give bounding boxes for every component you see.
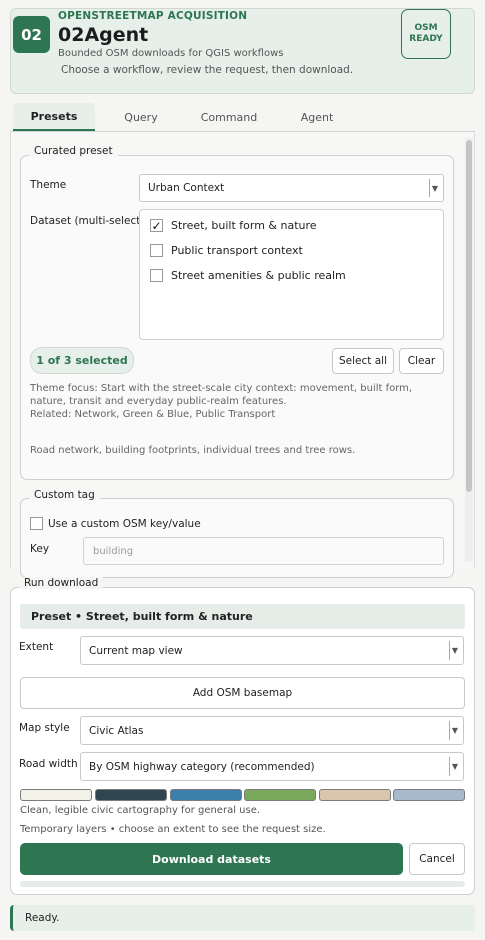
- palette-swatch: [393, 789, 465, 801]
- status-bar: Ready.: [10, 905, 475, 931]
- theme-select[interactable]: Urban Context ▼: [139, 174, 444, 202]
- dataset-option[interactable]: Public transport context: [150, 244, 303, 257]
- select-all-button[interactable]: Select all: [332, 348, 394, 374]
- key-label: Key: [30, 543, 50, 555]
- dataset-option-label: Street amenities & public realm: [171, 269, 346, 282]
- app-title: 02Agent: [58, 24, 149, 46]
- tab-agent[interactable]: Agent: [279, 103, 355, 131]
- app-subtitle: Bounded OSM downloads for QGIS workflows: [58, 48, 284, 59]
- app-badge: 02: [13, 16, 50, 53]
- theme-label: Theme: [30, 179, 67, 191]
- map-style-label: Map style: [19, 722, 70, 734]
- custom-tag-checkbox-label: Use a custom OSM key/value: [48, 517, 201, 530]
- chevron-down-icon: ▼: [449, 641, 460, 660]
- custom-tag-option[interactable]: Use a custom OSM key/value: [30, 517, 201, 530]
- run-download-legend: Run download: [19, 577, 104, 589]
- checkbox[interactable]: ✓: [150, 219, 163, 232]
- curated-preset-legend: Curated preset: [29, 145, 118, 157]
- palette-swatch: [244, 789, 316, 801]
- add-osm-basemap-button[interactable]: Add OSM basemap: [20, 677, 465, 709]
- theme-focus-text: Theme focus: Start with the street-scale…: [30, 383, 413, 407]
- selected-preset-bar: Preset • Street, built form & nature: [20, 604, 465, 629]
- road-width-select-value: By OSM highway category (recommended): [89, 760, 315, 773]
- chevron-down-icon: ▼: [449, 721, 460, 740]
- dataset-option[interactable]: Street amenities & public realm: [150, 269, 346, 282]
- tab-presets[interactable]: Presets: [13, 103, 95, 131]
- dataset-description: Road network, building footprints, indiv…: [30, 445, 356, 456]
- header-kicker: OPENSTREETMAP ACQUISITION: [58, 10, 248, 22]
- dataset-option[interactable]: ✓ Street, built form & nature: [150, 219, 317, 232]
- cancel-button[interactable]: Cancel: [409, 843, 465, 875]
- related-themes-text: Related: Network, Green & Blue, Public T…: [30, 409, 276, 420]
- dataset-option-label: Street, built form & nature: [171, 219, 317, 232]
- custom-tag-legend: Custom tag: [29, 489, 100, 501]
- extent-select[interactable]: Current map view ▼: [80, 636, 464, 665]
- map-style-select-value: Civic Atlas: [89, 724, 144, 737]
- extent-select-value: Current map view: [89, 644, 183, 657]
- scrollbar-thumb[interactable]: [466, 140, 472, 492]
- download-datasets-button[interactable]: Download datasets: [20, 843, 403, 875]
- tab-query[interactable]: Query: [103, 103, 179, 131]
- checkmark-icon: ✓: [151, 218, 162, 233]
- checkbox[interactable]: [150, 269, 163, 282]
- palette-swatch: [95, 789, 167, 801]
- chevron-down-icon: ▼: [429, 179, 440, 197]
- dataset-label: Dataset (multi-select): [30, 215, 145, 227]
- palette-swatch: [20, 789, 92, 801]
- palette-swatch: [319, 789, 391, 801]
- theme-select-value: Urban Context: [148, 182, 225, 194]
- status-text: Ready.: [25, 912, 60, 924]
- osm-ready-badge: OSM READY: [401, 9, 451, 59]
- dataset-option-label: Public transport context: [171, 244, 303, 257]
- checkbox[interactable]: [150, 244, 163, 257]
- map-style-description: Clean, legible civic cartography for gen…: [20, 805, 261, 816]
- clear-button[interactable]: Clear: [399, 348, 444, 374]
- palette-swatch: [170, 789, 242, 801]
- road-width-label: Road width: [19, 758, 78, 770]
- tab-command[interactable]: Command: [189, 103, 269, 131]
- key-input-placeholder: building: [93, 545, 134, 557]
- road-width-select[interactable]: By OSM highway category (recommended) ▼: [80, 752, 464, 781]
- header-instruction: Choose a workflow, review the request, t…: [61, 64, 354, 76]
- download-progress-bar: [20, 881, 465, 887]
- selected-count-badge: 1 of 3 selected: [30, 347, 134, 374]
- chevron-down-icon: ▼: [449, 757, 460, 776]
- key-input[interactable]: building: [83, 537, 444, 565]
- custom-tag-checkbox[interactable]: [30, 517, 43, 530]
- map-style-select[interactable]: Civic Atlas ▼: [80, 716, 464, 745]
- temporary-layers-note: Temporary layers • choose an extent to s…: [20, 824, 326, 835]
- extent-label: Extent: [19, 641, 54, 653]
